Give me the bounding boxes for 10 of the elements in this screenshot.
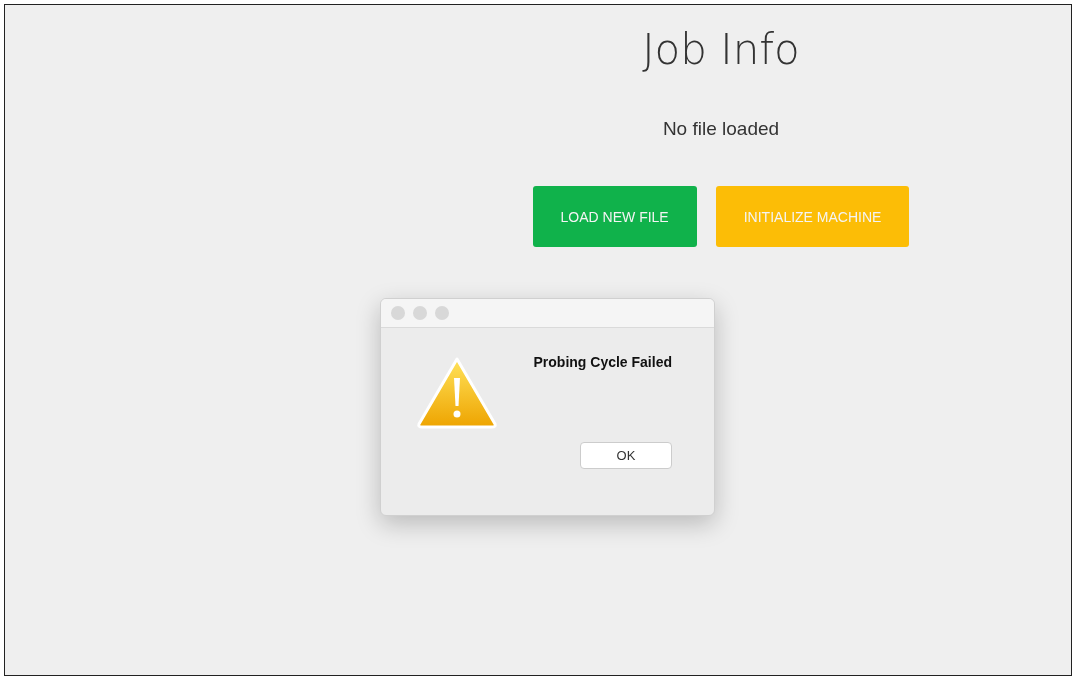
load-file-button[interactable]: LOAD NEW FILE [532,186,697,247]
close-dot-icon[interactable] [391,306,405,320]
initialize-button[interactable]: INITIALIZE MACHINE [715,186,910,247]
ok-button[interactable]: OK [580,442,672,469]
page-title: Job Info [642,25,800,74]
zoom-dot-icon[interactable] [435,306,449,320]
file-status: No file loaded [662,118,780,140]
warning-icon [416,356,498,430]
dialog-message: Probing Cycle Failed [533,354,672,370]
minimize-dot-icon[interactable] [413,306,427,320]
